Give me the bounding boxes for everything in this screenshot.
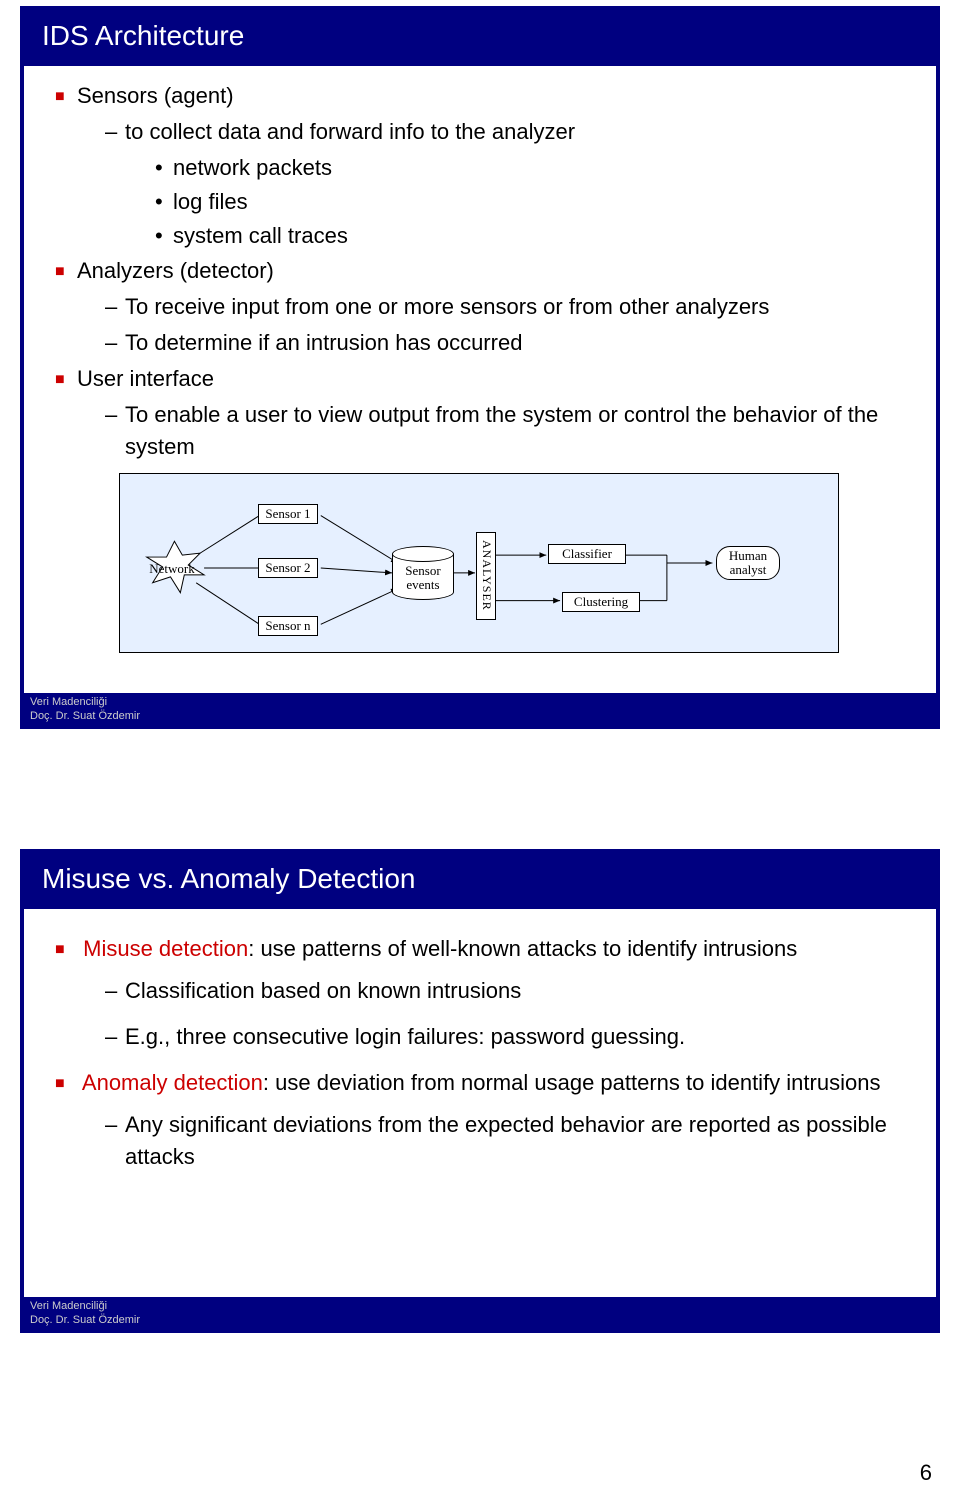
slide1-footer: Veri Madenciliği Doç. Dr. Suat Özdemir (24, 693, 936, 726)
diagram-sensor-events: Sensor events (392, 546, 454, 608)
bullet-net-packets: network packets (173, 152, 911, 184)
footer-line1: Veri Madenciliği (30, 695, 930, 709)
diagram-sensor-events-label: Sensor events (392, 564, 454, 593)
footer2-line2: Doç. Dr. Suat Özdemir (30, 1313, 930, 1327)
slide1-body: Sensors (agent) to collect data and forw… (24, 66, 936, 693)
bullet-ui-1: To enable a user to view output from the… (125, 399, 911, 463)
diagram-network: Network (140, 542, 204, 596)
misuse-sub1: Classification based on known intrusions (125, 975, 911, 1007)
slide1-title: IDS Architecture (24, 10, 936, 66)
ids-architecture-diagram: Network Sensor 1 Sensor 2 Sensor n Senso… (119, 473, 839, 653)
footer-line2: Doç. Dr. Suat Özdemir (30, 709, 930, 723)
diagram-human-analyst: Human analyst (716, 546, 780, 581)
slide2-body: Misuse detection: use patterns of well-k… (24, 909, 936, 1296)
slide2-footer: Veri Madenciliği Doç. Dr. Suat Özdemir (24, 1297, 936, 1330)
diagram-sensorn: Sensor n (258, 616, 318, 636)
bullet-log-files: log files (173, 186, 911, 218)
bullet-misuse: Misuse detection: use patterns of well-k… (77, 933, 911, 965)
bullet-anomaly: Anomaly detection: use deviation from no… (77, 1067, 911, 1099)
slide-misuse-anomaly: Misuse vs. Anomaly Detection Misuse dete… (20, 849, 940, 1333)
slide-ids-architecture: IDS Architecture Sensors (agent) to coll… (20, 6, 940, 729)
anomaly-sub: Any significant deviations from the expe… (125, 1109, 911, 1173)
page-number: 6 (920, 1460, 932, 1486)
bullet-analyzers: Analyzers (detector) (77, 255, 911, 287)
slide2-title: Misuse vs. Anomaly Detection (24, 853, 936, 909)
misuse-rest: : use patterns of well-known attacks to … (248, 936, 797, 961)
bullet-sensors-desc: to collect data and forward info to the … (125, 116, 911, 148)
footer2-line1: Veri Madenciliği (30, 1299, 930, 1313)
bullet-ui: User interface (77, 363, 911, 395)
bullet-syscall: system call traces (173, 220, 911, 252)
diagram-network-label: Network (140, 560, 204, 579)
diagram-analyser: ANALYSER (476, 532, 496, 620)
anomaly-rest: : use deviation from normal usage patter… (263, 1070, 881, 1095)
bullet-sensors: Sensors (agent) (77, 80, 911, 112)
misuse-lead: Misuse detection (83, 936, 248, 961)
diagram-clustering: Clustering (562, 592, 640, 612)
misuse-sub2: E.g., three consecutive login failures: … (125, 1021, 911, 1053)
diagram-sensor1: Sensor 1 (258, 504, 318, 524)
diagram-classifier: Classifier (548, 544, 626, 564)
diagram-sensor2: Sensor 2 (258, 558, 318, 578)
anomaly-lead: Anomaly detection (82, 1070, 263, 1095)
bullet-analyzers-2: To determine if an intrusion has occurre… (125, 327, 911, 359)
bullet-analyzers-1: To receive input from one or more sensor… (125, 291, 911, 323)
